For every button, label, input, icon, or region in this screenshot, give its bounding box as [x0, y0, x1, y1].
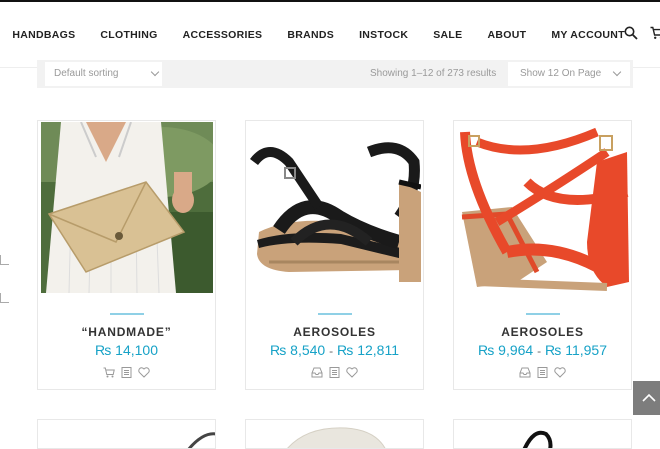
price-separator: - [537, 344, 541, 358]
price-from: ₨ 8,540 [270, 342, 325, 358]
results-count: Showing 1–12 of 273 results [370, 68, 496, 79]
nav-item-handbags[interactable]: HANDBAGS [12, 29, 75, 41]
nav-item-about[interactable]: ABOUT [487, 29, 526, 41]
product-card[interactable]: AEROSOLES ₨ 8,540 - ₨ 12,811 [245, 120, 424, 390]
price-to: ₨ 11,957 [545, 342, 607, 358]
product-price: ₨ 9,964 - ₨ 11,957 [454, 342, 631, 358]
wishlist-heart-icon[interactable] [138, 365, 150, 383]
product-title[interactable]: AEROSOLES [246, 325, 423, 339]
product-title[interactable]: AEROSOLES [454, 325, 631, 339]
per-page-dropdown[interactable]: Show 12 On Page [508, 62, 630, 86]
product-price: ₨ 8,540 - ₨ 12,811 [246, 342, 423, 358]
product-image-clutch[interactable] [41, 122, 213, 293]
product-image-black-sandal[interactable] [249, 122, 421, 293]
product-card[interactable]: “HANDMADE” ₨ 14,100 [37, 120, 216, 390]
product-card[interactable]: AEROSOLES ₨ 9,964 - ₨ 11,957 [453, 120, 632, 390]
product-image-red-sandal[interactable] [457, 122, 629, 293]
price-to: ₨ 12,811 [337, 342, 399, 358]
details-icon[interactable] [537, 365, 548, 383]
wishlist-heart-icon[interactable] [554, 365, 566, 383]
product-card-partial[interactable] [37, 419, 216, 449]
chevron-down-icon [151, 68, 159, 76]
side-tab-mark [0, 255, 9, 265]
product-actions [38, 365, 215, 383]
product-actions [246, 365, 423, 383]
product-card-partial[interactable] [245, 419, 424, 449]
nav-item-accessories[interactable]: ACCESSORIES [183, 29, 263, 41]
nav-item-brands[interactable]: BRANDS [287, 29, 334, 41]
details-icon[interactable] [121, 365, 132, 383]
shop-toolbar: Default sorting Showing 1–12 of 273 resu… [37, 60, 633, 88]
price-from: ₨ 14,100 [95, 342, 158, 358]
per-page-dropdown-value: Show 12 On Page [520, 68, 601, 79]
product-price: ₨ 14,100 [38, 342, 215, 358]
nav-item-instock[interactable]: INSTOCK [359, 29, 408, 41]
search-icon[interactable] [624, 26, 638, 45]
product-title[interactable]: “HANDMADE” [38, 325, 215, 339]
sort-dropdown[interactable]: Default sorting [45, 62, 162, 86]
product-actions [454, 365, 631, 383]
wishlist-heart-icon[interactable] [346, 365, 358, 383]
options-icon[interactable] [519, 365, 531, 383]
side-tab-mark [0, 293, 9, 303]
title-divider [526, 313, 560, 315]
main-nav: S HANDBAGS CLOTHING ACCESSORIES BRANDS I… [0, 2, 650, 68]
title-divider [318, 313, 352, 315]
site-header: S HANDBAGS CLOTHING ACCESSORIES BRANDS I… [0, 2, 660, 68]
cart-icon[interactable] [103, 365, 115, 383]
price-separator: - [329, 344, 333, 358]
sort-dropdown-value: Default sorting [54, 68, 118, 79]
product-card-partial[interactable] [453, 419, 632, 449]
title-divider [110, 313, 144, 315]
chevron-down-icon [613, 68, 621, 76]
nav-item-clothing[interactable]: CLOTHING [100, 29, 157, 41]
price-from: ₨ 9,964 [478, 342, 533, 358]
options-icon[interactable] [311, 365, 323, 383]
nav-item-sale[interactable]: SALE [433, 29, 462, 41]
cart-icon[interactable] [650, 26, 660, 45]
nav-item-my-account[interactable]: MY ACCOUNT [551, 29, 625, 41]
details-icon[interactable] [329, 365, 340, 383]
scroll-to-top-button[interactable] [633, 381, 660, 415]
